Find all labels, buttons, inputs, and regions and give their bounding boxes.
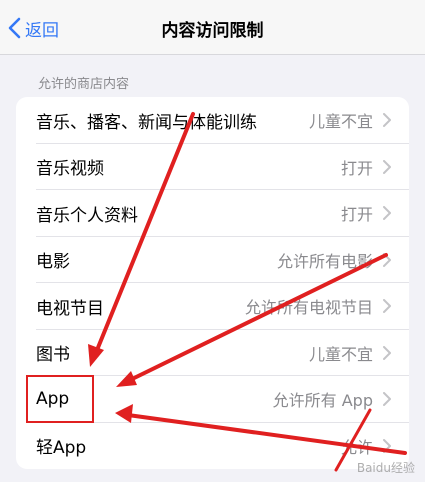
chevron-right-icon xyxy=(383,113,391,128)
row-value: 打开 xyxy=(340,158,373,178)
row-app-clips[interactable]: 轻App 允许 xyxy=(16,423,409,470)
row-value: 允许所有电视节目 xyxy=(244,298,373,318)
row-value: 允许 xyxy=(340,437,373,457)
row-label: 音乐、播客、新闻与体能训练 xyxy=(36,112,257,133)
chevron-right-icon xyxy=(383,159,391,174)
row-music-videos[interactable]: 音乐视频 打开 xyxy=(16,144,409,191)
settings-group: 音乐、播客、新闻与体能训练 儿童不宜 音乐视频 打开 音乐个人资料 打开 电影 … xyxy=(16,97,409,469)
chevron-right-icon xyxy=(383,299,391,314)
row-value: 儿童不宜 xyxy=(308,344,373,364)
row-value: 允许所有 App xyxy=(272,391,373,411)
navigation-bar: 返回 内容访问限制 xyxy=(0,0,425,55)
row-books[interactable]: 图书 儿童不宜 xyxy=(16,330,409,377)
chevron-right-icon xyxy=(383,345,391,360)
row-apps[interactable]: App 允许所有 App xyxy=(16,376,409,423)
row-label: 音乐个人资料 xyxy=(36,205,138,226)
row-value: 打开 xyxy=(340,205,373,225)
row-movies[interactable]: 电影 允许所有电影 xyxy=(16,237,409,284)
chevron-right-icon xyxy=(383,206,391,221)
row-label: 电视节目 xyxy=(36,298,104,319)
section-header: 允许的商店内容 xyxy=(38,77,130,92)
row-label: 图书 xyxy=(36,345,70,366)
row-music-podcasts-news-fitness[interactable]: 音乐、播客、新闻与体能训练 儿童不宜 xyxy=(16,97,409,144)
chevron-right-icon xyxy=(383,392,391,407)
row-value: 儿童不宜 xyxy=(308,112,373,132)
row-tv-shows[interactable]: 电视节目 允许所有电视节目 xyxy=(16,283,409,330)
page-title: 内容访问限制 xyxy=(161,21,264,41)
row-label: 轻App xyxy=(36,438,87,459)
row-music-profiles[interactable]: 音乐个人资料 打开 xyxy=(16,190,409,237)
row-value: 允许所有电影 xyxy=(276,251,373,271)
chevron-right-icon xyxy=(383,438,391,453)
watermark: Baidu经验 xyxy=(356,461,415,475)
row-label: 电影 xyxy=(36,252,70,273)
row-label: App xyxy=(36,389,70,410)
row-label: 音乐视频 xyxy=(36,159,104,180)
chevron-right-icon xyxy=(383,252,391,267)
